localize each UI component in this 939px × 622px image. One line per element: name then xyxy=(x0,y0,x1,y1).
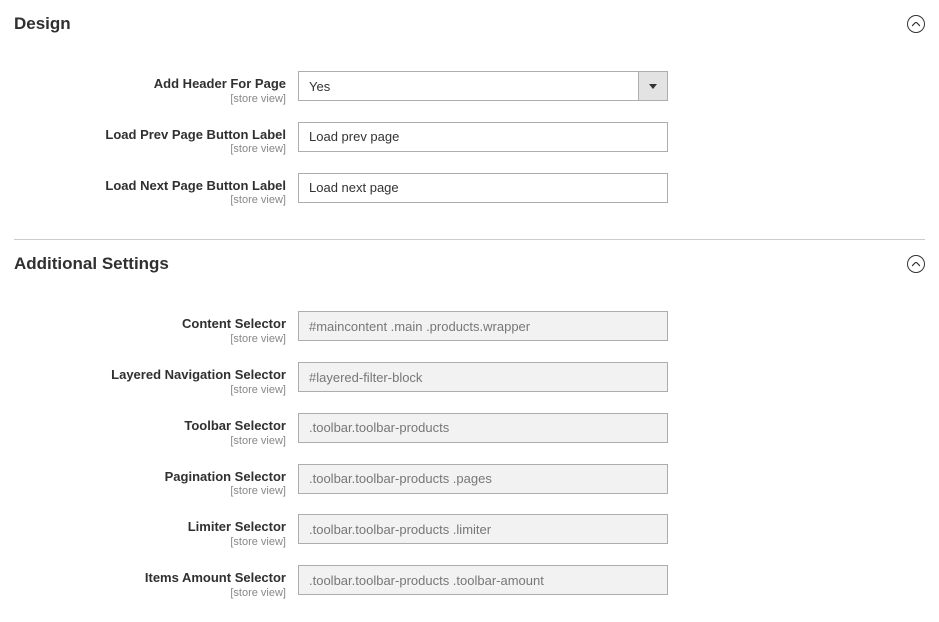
pagination-selector-label: Pagination Selector xyxy=(14,469,286,485)
field-next-label: Load Next Page Button Label [store view] xyxy=(14,173,925,208)
chevron-up-icon xyxy=(912,262,920,267)
next-label-label: Load Next Page Button Label xyxy=(14,178,286,194)
limiter-selector-input xyxy=(298,514,668,544)
control-col xyxy=(298,311,668,341)
label-col: Add Header For Page [store view] xyxy=(14,71,298,106)
add-header-label: Add Header For Page xyxy=(14,76,286,92)
label-col: Content Selector [store view] xyxy=(14,311,298,346)
layered-nav-selector-input xyxy=(298,362,668,392)
control-col xyxy=(298,173,668,203)
select-dropdown-button[interactable] xyxy=(638,71,668,101)
label-col: Load Next Page Button Label [store view] xyxy=(14,173,298,208)
caret-down-icon xyxy=(649,84,657,89)
control-col xyxy=(298,464,668,494)
scope-label: [store view] xyxy=(14,435,286,448)
field-limiter-selector: Limiter Selector [store view] xyxy=(14,514,925,549)
scope-label: [store view] xyxy=(14,536,286,549)
content-selector-label: Content Selector xyxy=(14,316,286,332)
scope-label: [store view] xyxy=(14,333,286,346)
label-col: Toolbar Selector [store view] xyxy=(14,413,298,448)
design-section-body: Add Header For Page [store view] Yes Loa… xyxy=(0,49,939,229)
field-add-header: Add Header For Page [store view] Yes xyxy=(14,71,925,106)
scope-label: [store view] xyxy=(14,384,286,397)
scope-label: [store view] xyxy=(14,587,286,600)
select-value: Yes xyxy=(298,71,638,101)
control-col xyxy=(298,514,668,544)
additional-section-body: Content Selector [store view] Layered Na… xyxy=(0,289,939,622)
field-pagination-selector: Pagination Selector [store view] xyxy=(14,464,925,499)
items-amount-selector-input xyxy=(298,565,668,595)
design-collapse-button[interactable] xyxy=(907,15,925,33)
scope-label: [store view] xyxy=(14,194,286,207)
next-label-input[interactable] xyxy=(298,173,668,203)
field-toolbar-selector: Toolbar Selector [store view] xyxy=(14,413,925,448)
toolbar-selector-input xyxy=(298,413,668,443)
control-col xyxy=(298,362,668,392)
design-section-title: Design xyxy=(14,14,71,34)
scope-label: [store view] xyxy=(14,93,286,106)
design-section-header[interactable]: Design xyxy=(0,0,939,49)
additional-section-title: Additional Settings xyxy=(14,254,169,274)
toolbar-selector-label: Toolbar Selector xyxy=(14,418,286,434)
chevron-up-icon xyxy=(912,22,920,27)
label-col: Pagination Selector [store view] xyxy=(14,464,298,499)
additional-section-header[interactable]: Additional Settings xyxy=(0,240,939,289)
field-items-amount-selector: Items Amount Selector [store view] xyxy=(14,565,925,600)
field-prev-label: Load Prev Page Button Label [store view] xyxy=(14,122,925,157)
scope-label: [store view] xyxy=(14,143,286,156)
field-layered-nav-selector: Layered Navigation Selector [store view] xyxy=(14,362,925,397)
label-col: Items Amount Selector [store view] xyxy=(14,565,298,600)
scope-label: [store view] xyxy=(14,485,286,498)
layered-nav-selector-label: Layered Navigation Selector xyxy=(14,367,286,383)
add-header-select[interactable]: Yes xyxy=(298,71,668,101)
pagination-selector-input xyxy=(298,464,668,494)
additional-collapse-button[interactable] xyxy=(907,255,925,273)
content-selector-input xyxy=(298,311,668,341)
prev-label-label: Load Prev Page Button Label xyxy=(14,127,286,143)
label-col: Layered Navigation Selector [store view] xyxy=(14,362,298,397)
control-col xyxy=(298,413,668,443)
field-content-selector: Content Selector [store view] xyxy=(14,311,925,346)
items-amount-selector-label: Items Amount Selector xyxy=(14,570,286,586)
control-col xyxy=(298,565,668,595)
control-col xyxy=(298,122,668,152)
control-col: Yes xyxy=(298,71,668,101)
label-col: Load Prev Page Button Label [store view] xyxy=(14,122,298,157)
label-col: Limiter Selector [store view] xyxy=(14,514,298,549)
prev-label-input[interactable] xyxy=(298,122,668,152)
